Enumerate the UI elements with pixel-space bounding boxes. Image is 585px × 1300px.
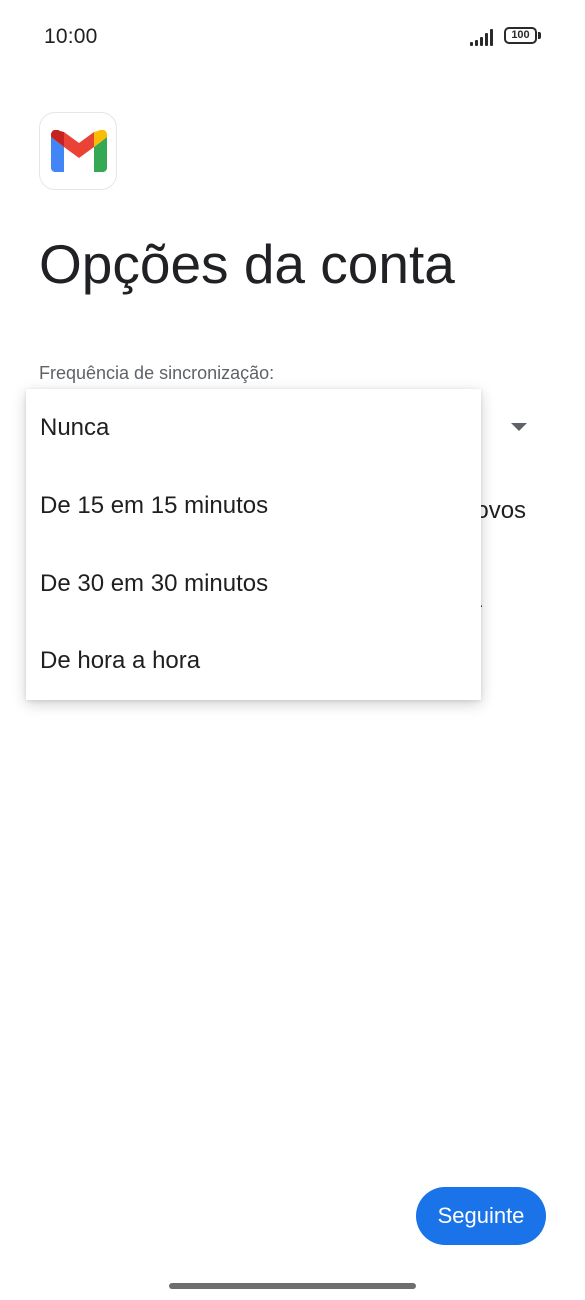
sync-frequency-dropdown: Nunca De 15 em 15 minutos De 30 em 30 mi… <box>26 389 481 700</box>
account-options-screen: 10:00 100 Opções da conta Frequência de … <box>0 0 585 1300</box>
next-button[interactable]: Seguinte <box>416 1187 546 1245</box>
option-hourly[interactable]: De hora a hora <box>26 622 481 700</box>
dropdown-arrow-icon[interactable] <box>511 423 527 431</box>
signal-bars-icon <box>470 29 493 46</box>
status-bar: 10:00 100 <box>0 0 585 74</box>
gmail-logo <box>39 112 117 190</box>
battery-cap <box>538 32 541 39</box>
status-time: 10:00 <box>44 25 98 48</box>
option-never[interactable]: Nunca <box>26 389 481 467</box>
option-30-minutes[interactable]: De 30 em 30 minutos <box>26 545 481 623</box>
page-title: Opções da conta <box>39 233 455 295</box>
option-15-minutes[interactable]: De 15 em 15 minutos <box>26 467 481 545</box>
gmail-logo-icon <box>51 130 107 172</box>
sync-frequency-label: Frequência de sincronização: <box>39 363 275 383</box>
battery-level: 100 <box>511 29 530 41</box>
battery-icon: 100 <box>504 27 537 44</box>
home-indicator[interactable] <box>169 1283 416 1289</box>
